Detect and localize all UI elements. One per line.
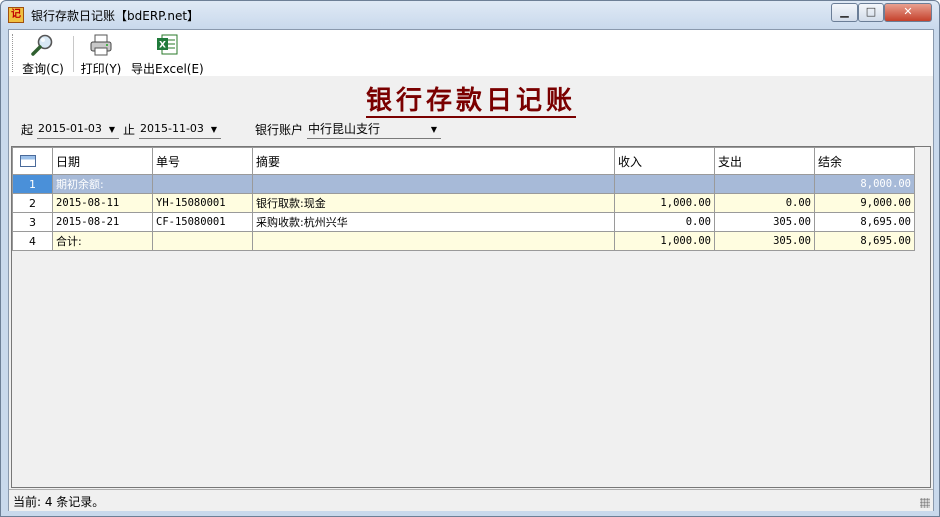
cell-doc-no[interactable]: CF-15080001 <box>152 212 253 232</box>
ledger-table: 日期 单号 摘要 收入 支出 结余 1 期初余额: 8,000.00 2 201… <box>12 147 915 251</box>
from-label: 起 <box>21 123 34 137</box>
cell-income[interactable]: 0.00 <box>614 212 715 232</box>
to-label: 止 <box>123 123 136 137</box>
client-area: 查询(C) 打印(Y) X 导出Excel(E) 银行存款日记账 起 2015-… <box>8 29 934 511</box>
cell-balance[interactable]: 9,000.00 <box>814 193 915 213</box>
cell-income[interactable]: 1,000.00 <box>614 231 715 251</box>
chevron-down-icon[interactable]: ▼ <box>427 121 441 138</box>
cell-doc-no[interactable] <box>152 231 253 251</box>
ledger-grid[interactable]: 日期 单号 摘要 收入 支出 结余 1 期初余额: 8,000.00 2 201… <box>11 146 931 488</box>
col-header-income[interactable]: 收入 <box>614 147 715 175</box>
col-header-balance[interactable]: 结余 <box>814 147 915 175</box>
export-excel-button[interactable]: X 导出Excel(E) <box>131 33 204 76</box>
cell-date[interactable]: 2015-08-21 <box>52 212 153 232</box>
query-label: 查询(C) <box>22 62 64 76</box>
report-title: 银行存款日记账 <box>9 80 933 118</box>
toolbar-grip[interactable] <box>12 34 15 72</box>
from-date-picker[interactable]: 2015-01-03 ▼ <box>37 121 119 139</box>
table-row[interactable]: 3 2015-08-21 CF-15080001 采购收款:杭州兴华 0.00 … <box>12 212 915 232</box>
col-header-date[interactable]: 日期 <box>52 147 153 175</box>
cell-summary[interactable] <box>252 174 615 194</box>
cell-income[interactable] <box>614 174 715 194</box>
app-icon: 记 <box>8 7 24 23</box>
col-header-doc-no[interactable]: 单号 <box>152 147 253 175</box>
to-date-value: 2015-11-03 <box>140 122 204 135</box>
window-title: 银行存款日记账【bdERP.net】 <box>31 9 200 23</box>
chevron-down-icon[interactable]: ▼ <box>207 121 221 138</box>
report-title-text: 银行存款日记账 <box>365 86 576 118</box>
toolbar: 查询(C) 打印(Y) X 导出Excel(E) <box>9 30 933 76</box>
cell-expense[interactable]: 305.00 <box>714 212 815 232</box>
status-bar: 当前: 4 条记录。 <box>9 489 933 511</box>
cell-balance[interactable]: 8,000.00 <box>814 174 915 194</box>
status-text: 当前: 4 条记录。 <box>13 495 105 509</box>
cell-expense[interactable]: 305.00 <box>714 231 815 251</box>
col-header-summary[interactable]: 摘要 <box>252 147 615 175</box>
cell-date[interactable]: 期初余额: <box>52 174 153 194</box>
resize-grip[interactable] <box>920 498 930 508</box>
printer-icon <box>90 34 112 56</box>
account-select[interactable]: 中行昆山支行 ▼ <box>307 121 441 139</box>
toolbar-separator <box>73 36 74 72</box>
table-row[interactable]: 2 2015-08-11 YH-15080001 银行取款:现金 1,000.0… <box>12 193 915 213</box>
account-label: 银行账户 <box>255 123 304 137</box>
svg-text:X: X <box>159 41 166 51</box>
title-bar[interactable]: 记 银行存款日记账【bdERP.net】 ▁ □ ✕ <box>1 1 939 29</box>
cell-balance[interactable]: 8,695.00 <box>814 231 915 251</box>
from-date-value: 2015-01-03 <box>38 122 102 135</box>
app-window: 记 银行存款日记账【bdERP.net】 ▁ □ ✕ 查询(C) 打印(Y) X… <box>0 0 940 517</box>
table-row[interactable]: 4 合计: 1,000.00 305.00 8,695.00 <box>12 231 915 251</box>
grid-icon <box>20 154 36 167</box>
cell-summary[interactable]: 银行取款:现金 <box>252 193 615 213</box>
row-index: 4 <box>12 231 53 251</box>
cell-balance[interactable]: 8,695.00 <box>814 212 915 232</box>
grid-corner[interactable] <box>12 147 53 175</box>
close-button[interactable]: ✕ <box>884 3 932 22</box>
print-label: 打印(Y) <box>80 62 122 76</box>
row-index: 3 <box>12 212 53 232</box>
cell-expense[interactable]: 0.00 <box>714 193 815 213</box>
cell-date[interactable]: 2015-08-11 <box>52 193 153 213</box>
export-label: 导出Excel(E) <box>131 62 204 76</box>
excel-icon: X <box>157 34 178 55</box>
cell-date[interactable]: 合计: <box>52 231 153 251</box>
header-row: 日期 单号 摘要 收入 支出 结余 <box>12 147 915 175</box>
magnifier-icon <box>31 34 53 56</box>
account-value: 中行昆山支行 <box>308 122 381 136</box>
cell-expense[interactable] <box>714 174 815 194</box>
cell-doc-no[interactable]: YH-15080001 <box>152 193 253 213</box>
maximize-button[interactable]: □ <box>858 3 884 22</box>
chevron-down-icon[interactable]: ▼ <box>105 121 119 138</box>
query-button[interactable]: 查询(C) <box>21 33 65 76</box>
row-index: 2 <box>12 193 53 213</box>
cell-doc-no[interactable] <box>152 174 253 194</box>
table-row[interactable]: 1 期初余额: 8,000.00 <box>12 174 915 194</box>
col-header-expense[interactable]: 支出 <box>714 147 815 175</box>
minimize-button[interactable]: ▁ <box>831 3 858 22</box>
row-index: 1 <box>12 174 53 194</box>
cell-summary[interactable] <box>252 231 615 251</box>
to-date-picker[interactable]: 2015-11-03 ▼ <box>139 121 221 139</box>
print-button[interactable]: 打印(Y) <box>79 33 123 76</box>
cell-income[interactable]: 1,000.00 <box>614 193 715 213</box>
cell-summary[interactable]: 采购收款:杭州兴华 <box>252 212 615 232</box>
